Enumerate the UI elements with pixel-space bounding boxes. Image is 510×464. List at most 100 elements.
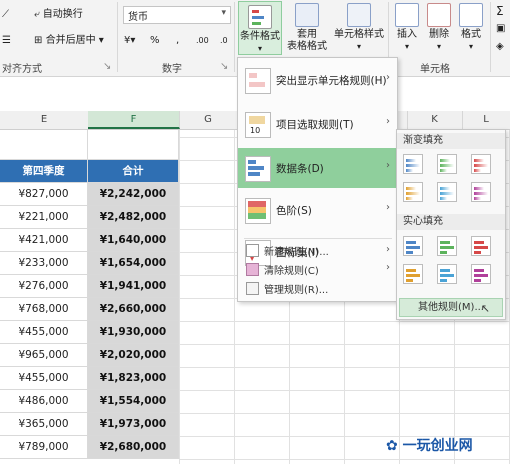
header-cell-q4[interactable]: 第四季度 [0, 160, 88, 183]
table-cell[interactable]: ¥2,660,000 [88, 298, 179, 321]
data-bar-swatch[interactable] [471, 182, 491, 202]
table-cell[interactable]: ¥2,482,000 [88, 206, 179, 229]
table-cell[interactable]: ¥421,000 [0, 229, 88, 252]
data-bar-swatch[interactable] [403, 182, 423, 202]
empty-cell[interactable] [0, 130, 88, 160]
decrease-decimal-icon[interactable]: .0 [220, 34, 228, 48]
table-cell[interactable]: ¥486,000 [0, 390, 88, 413]
merge-center-button[interactable]: ⊞ 合并后居中 ▾ [34, 34, 104, 48]
empty-cell[interactable] [88, 130, 179, 160]
more-rules-button[interactable]: 其他规则(M)... ↖ [399, 298, 503, 317]
column-header-f[interactable]: F [88, 111, 180, 129]
chevron-right-icon: › [386, 116, 390, 127]
header-cell-total[interactable]: 合计 [88, 160, 179, 183]
watermark-logo: ✿ 一玩创业网 [386, 438, 473, 454]
data-bar-swatch[interactable] [471, 264, 491, 284]
data-bar-swatch[interactable] [437, 182, 457, 202]
sum-icon[interactable]: Σ [496, 4, 504, 18]
table-cell[interactable]: ¥768,000 [0, 298, 88, 321]
table-cell[interactable]: ¥2,680,000 [88, 436, 179, 459]
table-cell[interactable]: ¥827,000 [0, 183, 88, 206]
data-bar-swatch[interactable] [471, 154, 491, 174]
table-cell[interactable]: ¥221,000 [0, 206, 88, 229]
column-header-k[interactable]: K [407, 111, 463, 129]
data-bars-submenu: 渐变填充 实心填充 其他规则(M)... ↖ [396, 129, 506, 320]
wrap-text-button[interactable]: ⤶ 自动换行 [34, 8, 83, 22]
table-cell[interactable]: ¥1,554,000 [88, 390, 179, 413]
table-cell[interactable]: ¥276,000 [0, 275, 88, 298]
chevron-right-icon: › [386, 72, 390, 83]
alignment-launcher-icon[interactable]: ↘ [103, 60, 111, 74]
delete-button[interactable]: 删除 ▾ [424, 3, 454, 55]
merge-icon: ⊞ [34, 35, 43, 46]
menu-item-manage-rules[interactable]: 管理规则(R)... [238, 278, 397, 297]
table-cell[interactable]: ¥1,654,000 [88, 252, 179, 275]
gradient-fill-header: 渐变填充 [397, 133, 505, 149]
chevron-down-icon: ▾ [436, 42, 441, 51]
indent-icon[interactable]: ☰ [2, 34, 11, 48]
number-launcher-icon[interactable]: ↘ [220, 60, 228, 74]
menu-divider [244, 238, 392, 239]
data-bar-swatch[interactable] [403, 154, 423, 174]
table-cell[interactable]: ¥365,000 [0, 413, 88, 436]
column-header-g[interactable]: G [179, 111, 238, 129]
column-header-e[interactable]: E [0, 111, 89, 129]
data-bar-swatch[interactable] [403, 236, 423, 256]
menu-item-data-bars[interactable]: 数据条(D) › [238, 148, 397, 188]
solid-fill-header: 实心填充 [397, 214, 505, 230]
insert-button[interactable]: 插入 ▾ [392, 3, 422, 55]
alignment-group-label: 对齐方式 [2, 64, 42, 75]
mouse-cursor-icon: ↖ [480, 302, 490, 315]
orientation-icon[interactable]: ⟋ [2, 8, 9, 22]
menu-item-color-scales[interactable]: 色阶(S) › [238, 190, 397, 230]
cell-styles-button[interactable]: 单元格样式 ▾ [332, 3, 386, 55]
table-cell[interactable]: ¥965,000 [0, 344, 88, 367]
number-format-select[interactable]: 货币 ▾ [123, 6, 231, 24]
table-cell[interactable]: ¥1,640,000 [88, 229, 179, 252]
table-cell[interactable]: ¥455,000 [0, 367, 88, 390]
table-cell[interactable]: ¥1,823,000 [88, 367, 179, 390]
table-cell[interactable]: ¥789,000 [0, 436, 88, 459]
data-bar-swatch[interactable] [403, 264, 423, 284]
data-bar-swatch[interactable] [437, 236, 457, 256]
conditional-format-icon [248, 5, 272, 29]
comma-button[interactable]: , [176, 34, 179, 48]
data-bar-swatch[interactable] [437, 264, 457, 284]
highlight-rules-icon [245, 68, 271, 94]
chevron-down-icon: ▾ [257, 44, 262, 53]
conditional-format-button[interactable]: 条件格式 ▾ [238, 1, 282, 55]
color-scales-icon [245, 198, 271, 224]
delete-icon [427, 3, 451, 27]
table-cell[interactable]: ¥1,941,000 [88, 275, 179, 298]
percent-button[interactable]: % [150, 34, 160, 48]
table-cell[interactable]: ¥2,020,000 [88, 344, 179, 367]
menu-item-highlight-rules[interactable]: 突出显示单元格规则(H) › [238, 60, 397, 100]
table-cell[interactable]: ¥1,930,000 [88, 321, 179, 344]
chevron-right-icon: › [386, 202, 390, 213]
ribbon-divider [490, 2, 491, 72]
table-cell[interactable]: ¥233,000 [0, 252, 88, 275]
column-header-l[interactable]: L [462, 111, 510, 129]
insert-icon [395, 3, 419, 27]
eraser-icon [246, 263, 259, 276]
wrap-text-icon: ⤶ [34, 9, 40, 20]
table-cell[interactable]: ¥455,000 [0, 321, 88, 344]
fill-icon[interactable]: ▣ [496, 22, 505, 36]
table-cell[interactable]: ¥1,973,000 [88, 413, 179, 436]
data-bar-swatch[interactable] [437, 154, 457, 174]
increase-decimal-button[interactable]: .00 [196, 34, 209, 48]
chevron-down-icon: ▾ [404, 42, 409, 51]
currency-button[interactable]: ¥▾ [124, 34, 135, 48]
data-bars-icon [245, 156, 271, 182]
menu-item-new-rule[interactable]: 新建规则(N)... [238, 240, 397, 259]
chevron-down-icon: ▾ [468, 42, 473, 51]
number-group-label: 数字 [162, 64, 182, 75]
clear-icon[interactable]: ◈ [496, 40, 504, 54]
format-as-table-button[interactable]: 套用 表格格式 [286, 3, 328, 55]
menu-item-clear-rules[interactable]: 清除规则(C) › [238, 259, 397, 278]
menu-item-top-bottom-rules[interactable]: 10 项目选取规则(T) › [238, 104, 397, 144]
format-button[interactable]: 格式 ▾ [456, 3, 486, 55]
table-cell[interactable]: ¥2,242,000 [88, 183, 179, 206]
conditional-format-menu: 突出显示单元格规则(H) › 10 项目选取规则(T) › 数据条(D) › 色… [237, 57, 398, 302]
data-bar-swatch[interactable] [471, 236, 491, 256]
